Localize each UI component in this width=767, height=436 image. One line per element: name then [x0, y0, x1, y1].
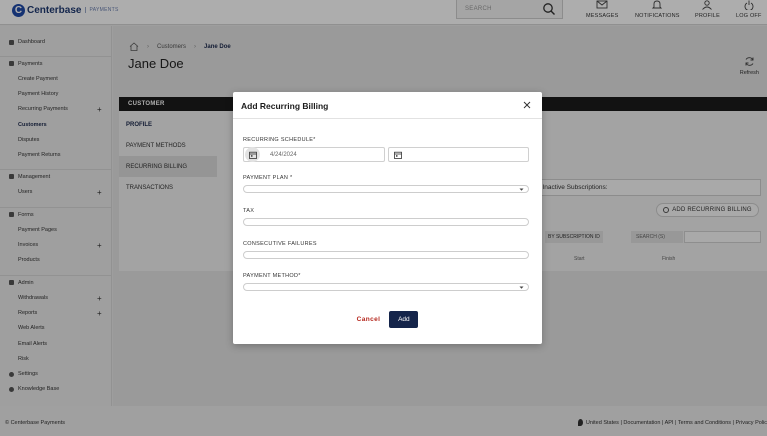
consecutive-failures-input[interactable] — [243, 251, 529, 259]
add-button[interactable]: Add — [389, 311, 419, 328]
modal-divider — [233, 118, 542, 119]
payment-plan-label: PAYMENT PLAN * — [243, 175, 293, 181]
payment-plan-select[interactable] — [243, 185, 529, 193]
payment-method-select[interactable] — [243, 283, 529, 291]
cancel-button[interactable]: Cancel — [357, 316, 381, 323]
chevron-down-icon — [519, 286, 524, 289]
start-date-value: 4/24/2024 — [270, 151, 297, 158]
recurring-schedule-label: RECURRING SCHEDULE* — [243, 137, 316, 143]
add-recurring-billing-modal: Add Recurring Billing RECURRING SCHEDULE… — [233, 92, 542, 344]
modal-actions: Cancel Add — [233, 311, 542, 328]
calendar-icon[interactable] — [245, 147, 260, 162]
tax-label: TAX — [243, 208, 255, 214]
modal-title: Add Recurring Billing — [241, 101, 329, 111]
close-icon[interactable] — [522, 100, 532, 110]
start-date-field[interactable]: 4/24/2024 — [243, 147, 385, 162]
calendar-icon[interactable] — [390, 147, 405, 162]
payment-method-label: PAYMENT METHOD* — [243, 273, 301, 279]
chevron-down-icon — [519, 188, 524, 191]
consecutive-failures-label: CONSECUTIVE FAILURES — [243, 241, 317, 247]
end-date-field[interactable] — [388, 147, 529, 162]
tax-input[interactable] — [243, 218, 529, 226]
